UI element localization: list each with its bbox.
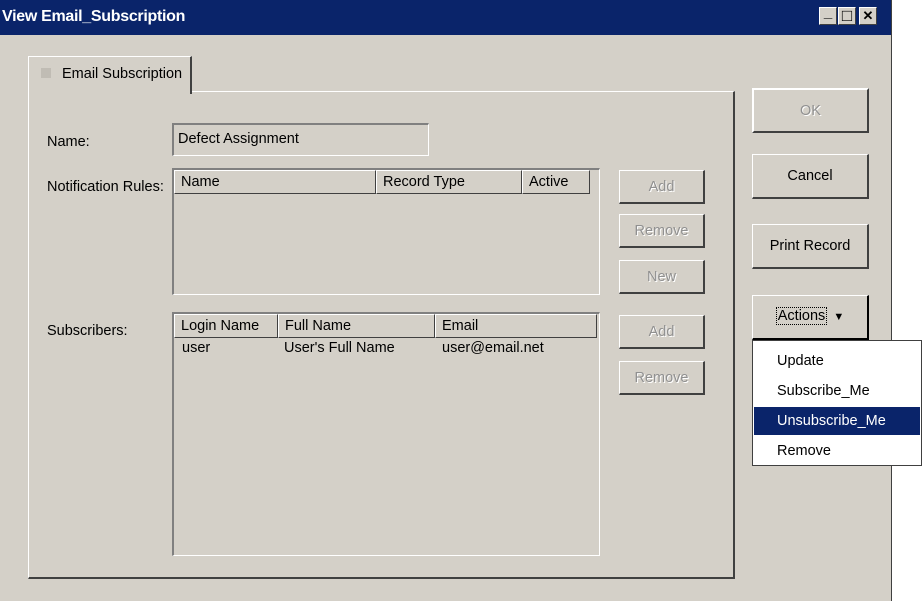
menu-item-unsubscribe-me[interactable]: Unsubscribe_Me xyxy=(754,407,920,435)
notification-rules-label: Notification Rules: xyxy=(47,179,164,195)
column-header-record-type[interactable]: Record Type xyxy=(376,170,522,194)
window-title: View Email_Subscription xyxy=(2,8,186,25)
subscribers-label: Subscribers: xyxy=(47,323,128,339)
rules-add-button[interactable]: Add xyxy=(619,170,705,204)
name-field[interactable]: Defect Assignment xyxy=(172,123,429,156)
subscribers-remove-button[interactable]: Remove xyxy=(619,361,705,395)
name-label: Name: xyxy=(47,134,90,150)
close-icon: ✕ xyxy=(862,8,874,23)
maximize-button[interactable]: □ xyxy=(838,7,856,25)
tab-email-subscription[interactable]: Email Subscription xyxy=(28,56,192,94)
column-header-active[interactable]: Active xyxy=(522,170,590,194)
maximize-icon: □ xyxy=(841,6,853,25)
minimize-button[interactable]: _ xyxy=(819,4,837,25)
notification-rules-list[interactable]: Name Record Type Active xyxy=(172,168,600,295)
actions-menu: Update Subscribe_Me Unsubscribe_Me Remov… xyxy=(752,340,922,466)
title-bar[interactable]: View Email_Subscription _ □ ✕ xyxy=(0,0,891,35)
subscribers-list[interactable]: Login Name Full Name Email user User's F… xyxy=(172,312,600,556)
column-header-email[interactable]: Email xyxy=(435,314,597,338)
tab-label: Email Subscription xyxy=(62,66,183,82)
actions-button[interactable]: Actions ▼ xyxy=(752,295,869,340)
column-header-full-name[interactable]: Full Name xyxy=(278,314,435,338)
cancel-button[interactable]: Cancel xyxy=(752,154,869,199)
cell-email: user@email.net xyxy=(442,340,544,356)
menu-item-subscribe-me[interactable]: Subscribe_Me xyxy=(754,377,920,405)
column-header-login-name[interactable]: Login Name xyxy=(174,314,278,338)
rules-remove-button[interactable]: Remove xyxy=(619,214,705,248)
print-record-button[interactable]: Print Record xyxy=(752,224,869,269)
cell-login-name: user xyxy=(182,340,211,356)
subscribers-add-button[interactable]: Add xyxy=(619,315,705,349)
menu-item-update[interactable]: Update xyxy=(754,347,920,375)
cell-full-name: User's Full Name xyxy=(284,340,395,356)
ok-button[interactable]: OK xyxy=(752,88,869,133)
menu-item-remove[interactable]: Remove xyxy=(754,437,920,465)
rules-new-button[interactable]: New xyxy=(619,260,705,294)
minimize-icon: _ xyxy=(823,4,833,21)
tab-icon xyxy=(41,68,51,78)
actions-label: Actions xyxy=(775,307,828,325)
close-button[interactable]: ✕ xyxy=(859,7,877,25)
dialog-window: View Email_Subscription _ □ ✕ Email Subs… xyxy=(0,0,892,601)
chevron-down-icon: ▼ xyxy=(833,311,845,323)
column-header-name[interactable]: Name xyxy=(174,170,376,194)
